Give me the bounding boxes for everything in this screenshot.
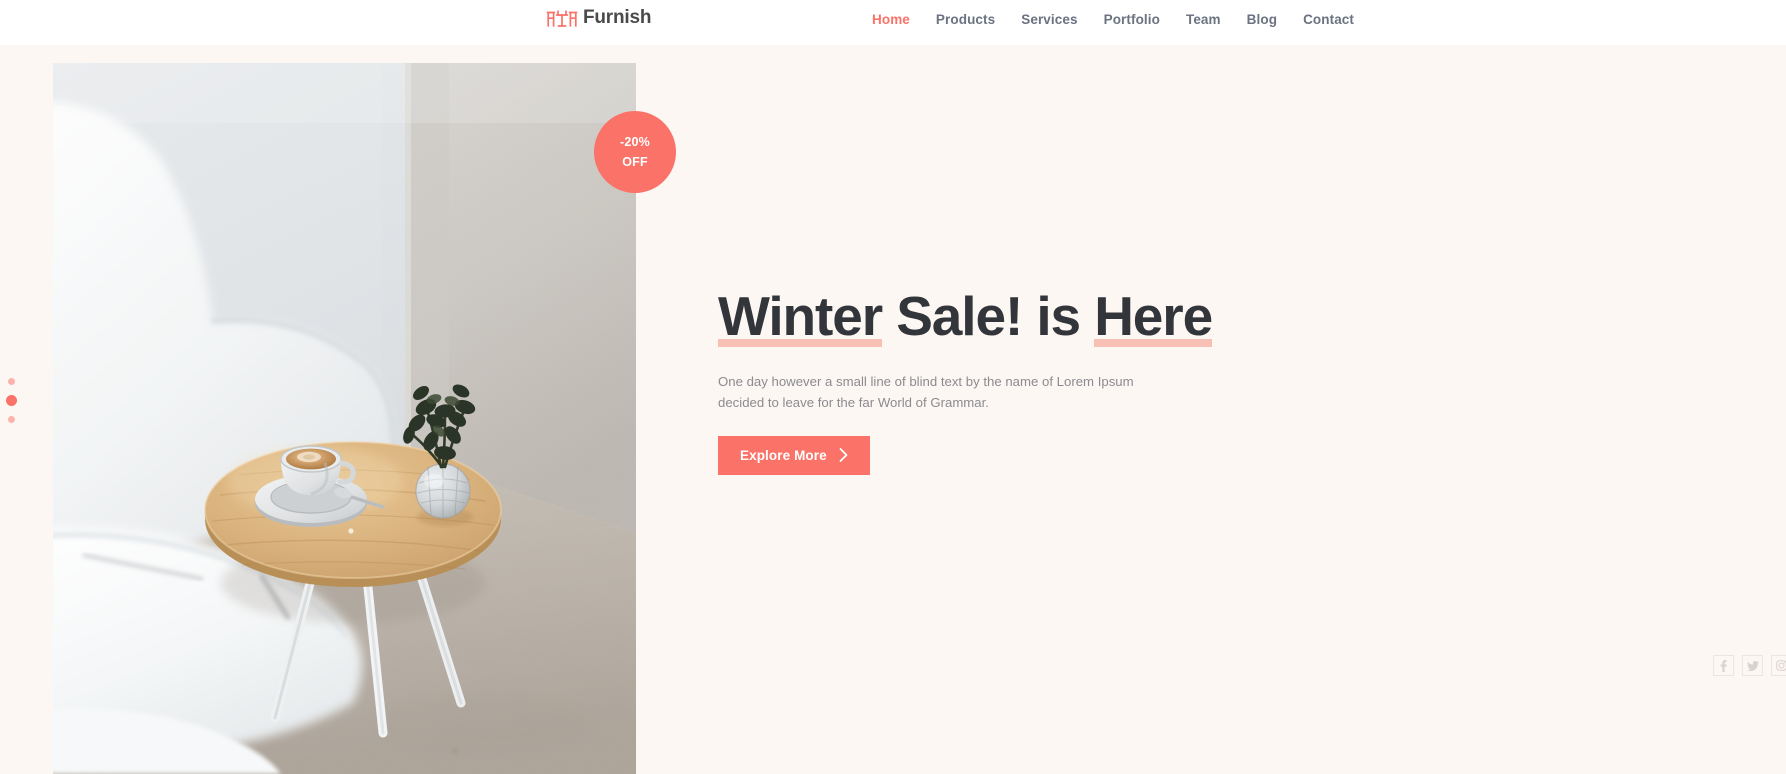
discount-percent: -20% bbox=[620, 135, 650, 149]
slider-dot-1[interactable] bbox=[7, 378, 15, 385]
slider-dot-2[interactable] bbox=[5, 395, 17, 406]
social-links bbox=[1713, 655, 1786, 676]
hero-image bbox=[53, 63, 636, 774]
nav-item-team[interactable]: Team bbox=[1186, 12, 1221, 27]
facebook-icon[interactable] bbox=[1713, 655, 1734, 676]
explore-more-label: Explore More bbox=[740, 447, 827, 463]
nav-item-products[interactable]: Products bbox=[936, 12, 995, 27]
page-root: Furnish Home Products Services Portfolio… bbox=[0, 0, 1786, 774]
discount-off-label: OFF bbox=[622, 155, 648, 169]
slider-pagination bbox=[0, 378, 22, 423]
discount-badge[interactable]: -20% OFF bbox=[594, 111, 676, 193]
hero-title: Winter Sale! is Here bbox=[718, 285, 1238, 349]
explore-more-button[interactable]: Explore More bbox=[718, 435, 870, 475]
main-navigation: Home Products Services Portfolio Team Bl… bbox=[872, 12, 1354, 27]
hero-title-highlight-winter: Winter bbox=[718, 285, 883, 347]
nav-item-blog[interactable]: Blog bbox=[1247, 12, 1277, 27]
site-header: Furnish Home Products Services Portfolio… bbox=[0, 0, 1786, 45]
hero-content: Winter Sale! is Here One day however a s… bbox=[718, 285, 1238, 475]
nav-item-portfolio[interactable]: Portfolio bbox=[1104, 12, 1160, 27]
nav-item-home[interactable]: Home bbox=[872, 12, 910, 27]
nav-item-contact[interactable]: Contact bbox=[1303, 12, 1354, 27]
instagram-icon[interactable] bbox=[1771, 655, 1786, 676]
table-chairs-icon bbox=[546, 7, 578, 29]
slider-dot-3[interactable] bbox=[7, 416, 15, 423]
chevron-right-icon bbox=[839, 448, 848, 462]
hero-title-highlight-here: Here bbox=[1094, 285, 1213, 347]
hero-title-middle: Sale! is bbox=[882, 285, 1095, 347]
brand-name: Furnish bbox=[583, 7, 652, 28]
twitter-icon[interactable] bbox=[1742, 655, 1763, 676]
nav-item-services[interactable]: Services bbox=[1021, 12, 1077, 27]
brand-logo[interactable]: Furnish bbox=[546, 7, 651, 29]
hero-description: One day however a small line of blind te… bbox=[718, 373, 1134, 411]
